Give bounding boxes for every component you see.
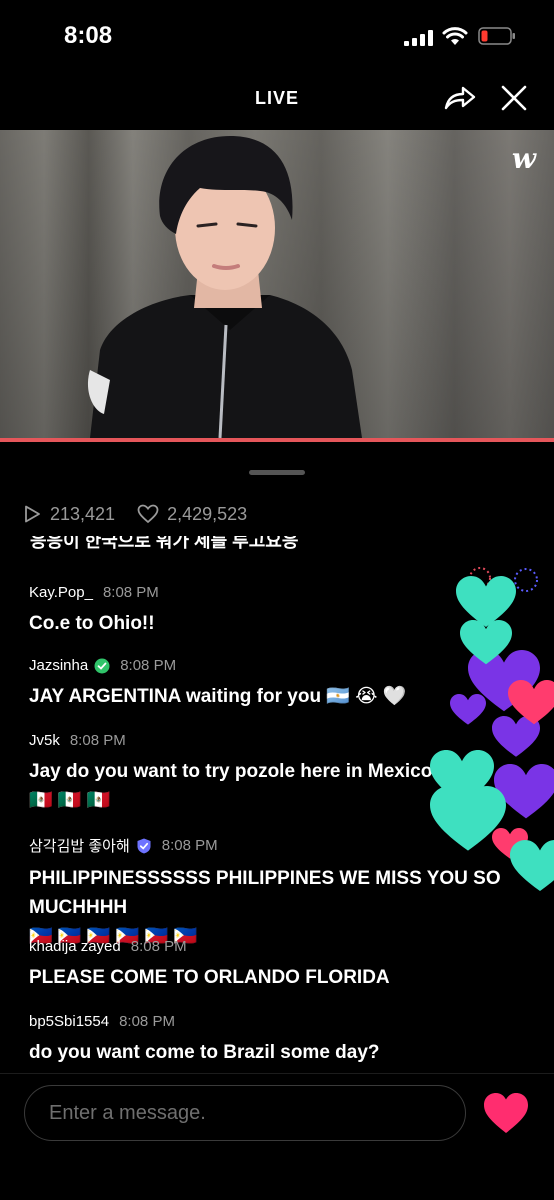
chat-message: Jazsinha 8:08 PM JAY ARGENTINA waiting f…	[29, 657, 534, 711]
chat-username[interactable]: Kay.Pop_	[29, 584, 93, 601]
signal-icon	[404, 30, 433, 46]
weverse-logo: w	[511, 142, 536, 175]
chat-time: 8:08 PM	[161, 837, 218, 854]
chat-message: Kay.Pop_ 8:08 PM Co.e to Ohio!!	[29, 584, 534, 638]
chat-text: PHILIPPINESSSSSS PHILIPPINES WE MISS YOU…	[29, 868, 501, 918]
close-icon[interactable]	[498, 82, 530, 114]
heart-outline-icon	[137, 504, 159, 524]
chat-username[interactable]: bp5Sbi1554	[29, 1013, 109, 1030]
chat-message: 삼각김밥 좋아해 8:08 PM PHILIPPINESSSSSS PHILIP…	[29, 835, 534, 951]
chat-username[interactable]: Jv5k	[29, 732, 60, 749]
chat-time: 8:08 PM	[120, 657, 177, 674]
like-count: 2,429,523	[167, 503, 248, 524]
play-icon	[25, 505, 40, 523]
chat-flags: 🇲🇽 🇲🇽 🇲🇽	[29, 790, 111, 811]
view-count: 213,421	[50, 503, 116, 524]
live-header: LIVE	[0, 72, 554, 124]
chat-text: Co.e to Ohio!!	[29, 613, 155, 634]
chat-username[interactable]: 삼각김밥 좋아해	[29, 835, 130, 856]
chat-username[interactable]: khadija zayed	[29, 938, 121, 955]
chat-text: do you want come to Brazil some day?	[29, 1042, 380, 1063]
chat-message: bp5Sbi1554 8:08 PM do you want come to Br…	[29, 1013, 534, 1067]
divider	[0, 1073, 554, 1074]
drag-handle[interactable]	[249, 470, 305, 475]
verified-green-icon	[94, 658, 110, 673]
chat-time: 8:08 PM	[119, 1013, 175, 1030]
streamer-image	[87, 136, 362, 438]
chat-list[interactable]: 응응이 한국으로 워가 세를 루고요응 Kay.Pop_ 8:08 PM Co.e…	[0, 536, 554, 1072]
status-bar: 8:08	[0, 0, 554, 70]
status-time: 8:08	[64, 22, 113, 49]
heart-filled-icon[interactable]	[482, 1091, 530, 1135]
message-input[interactable]	[24, 1085, 466, 1141]
live-video[interactable]: w	[0, 130, 554, 438]
chat-username[interactable]: Jazsinha	[29, 657, 88, 674]
cut-off-message: 응응이 한국으로 워가 세를 루고요응	[30, 536, 299, 551]
video-progress-fill	[0, 438, 554, 442]
wifi-icon	[442, 27, 468, 45]
video-progress-bar[interactable]	[0, 438, 554, 442]
chat-time: 8:08 PM	[102, 584, 159, 601]
chat-message: Jv5k 8:08 PM Jay do you want to try pozol…	[29, 732, 534, 815]
verified-blue-icon	[137, 838, 151, 853]
chat-emoji: 🇦🇷 😭 🤍	[326, 686, 407, 707]
chat-text: Jay do you want to try pozole here in Me…	[29, 761, 433, 782]
chat-text: JAY ARGENTINA waiting for you	[29, 686, 322, 707]
chat-time: 8:08 PM	[69, 732, 126, 749]
chat-text: PLEASE COME TO ORLANDO FLORIDA	[29, 967, 390, 988]
chat-time: 8:08 PM	[130, 938, 187, 955]
battery-icon	[478, 27, 515, 45]
share-arrow-icon[interactable]	[442, 80, 478, 116]
chat-message: khadija zayed 8:08 PM PLEASE COME TO ORLA…	[29, 938, 534, 992]
live-stats: 213,421 2,429,523	[22, 503, 247, 525]
